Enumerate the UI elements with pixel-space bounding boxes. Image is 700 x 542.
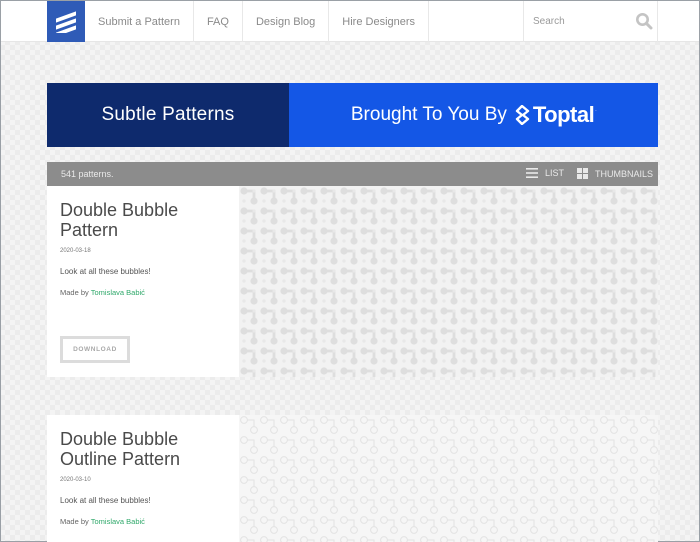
pattern-preview[interactable] [239, 186, 658, 377]
download-button[interactable]: DOWNLOAD [60, 336, 130, 363]
sponsor-banner[interactable]: Subtle Patterns Brought To You By Toptal… [47, 83, 658, 147]
pattern-description: Look at all these bubbles! [60, 496, 151, 505]
pattern-title-line-1: Double Bubble [60, 200, 179, 220]
nav-hire-designers[interactable]: Hire Designers [329, 1, 430, 42]
pattern-count: 541 patterns. [61, 169, 114, 179]
author-link[interactable]: Tomislava Babić [91, 288, 145, 297]
site-logo[interactable] [47, 1, 85, 42]
author-link[interactable]: Tomislava Babić [91, 517, 145, 526]
pattern-title-line-1: Double Bubble [60, 429, 179, 449]
nav-submit-pattern[interactable]: Submit a Pattern [85, 1, 194, 42]
list-icon [526, 168, 538, 178]
banner-site-title: Subtle Patterns [47, 83, 289, 147]
search-box [523, 1, 658, 42]
pattern-credit: Made by Tomislava Babić [60, 517, 226, 526]
pattern-description: Look at all these bubbles! [60, 267, 151, 276]
pattern-credit: Made by Tomislava Babić [60, 288, 226, 297]
toptal-wordmark: Toptal [532, 102, 595, 127]
toptal-logo[interactable]: Toptal . [515, 102, 597, 128]
top-navigation: Submit a Pattern FAQ Design Blog Hire De… [1, 1, 699, 42]
nav-faq[interactable]: FAQ [194, 1, 243, 42]
toptal-logo-icon [515, 105, 530, 125]
subtle-patterns-logo-icon [56, 10, 76, 33]
made-by-label: Made by [60, 517, 89, 526]
pattern-title: Double Bubble Pattern [60, 200, 226, 240]
grid-icon [577, 168, 588, 179]
list-view-label: LIST [545, 168, 565, 178]
search-input[interactable] [524, 16, 624, 27]
pattern-date: 2020-03-10 [60, 477, 91, 483]
pattern-date: 2020-03-18 [60, 248, 91, 254]
banner-sponsor: Brought To You By Toptal . [289, 83, 658, 147]
made-by-label: Made by [60, 288, 89, 297]
pattern-list-bar: 541 patterns. LIST THUMBNAILS [47, 162, 658, 186]
pattern-title-line-2: Pattern [60, 220, 119, 240]
search-icon[interactable] [635, 12, 653, 30]
toptal-mark: . [595, 107, 597, 113]
pattern-title: Double Bubble Outline Pattern [60, 429, 226, 469]
pattern-info: Double Bubble Pattern 2020-03-18 Look at… [47, 186, 239, 377]
double-bubble-outline-pattern-image [239, 415, 658, 542]
double-bubble-pattern-image [239, 186, 658, 377]
thumbnails-view-toggle[interactable]: THUMBNAILS [577, 168, 653, 179]
pattern-info: Double Bubble Outline Pattern 2020-03-10… [47, 415, 239, 542]
pattern-title-line-2: Outline Pattern [60, 449, 181, 469]
main-nav: Submit a Pattern FAQ Design Blog Hire De… [85, 1, 430, 42]
banner-sponsor-text: Brought To You By [350, 104, 507, 125]
nav-design-blog[interactable]: Design Blog [243, 1, 330, 42]
thumbnails-view-label: THUMBNAILS [595, 168, 654, 179]
list-view-toggle[interactable]: LIST [526, 168, 564, 178]
pattern-preview[interactable] [239, 415, 658, 542]
